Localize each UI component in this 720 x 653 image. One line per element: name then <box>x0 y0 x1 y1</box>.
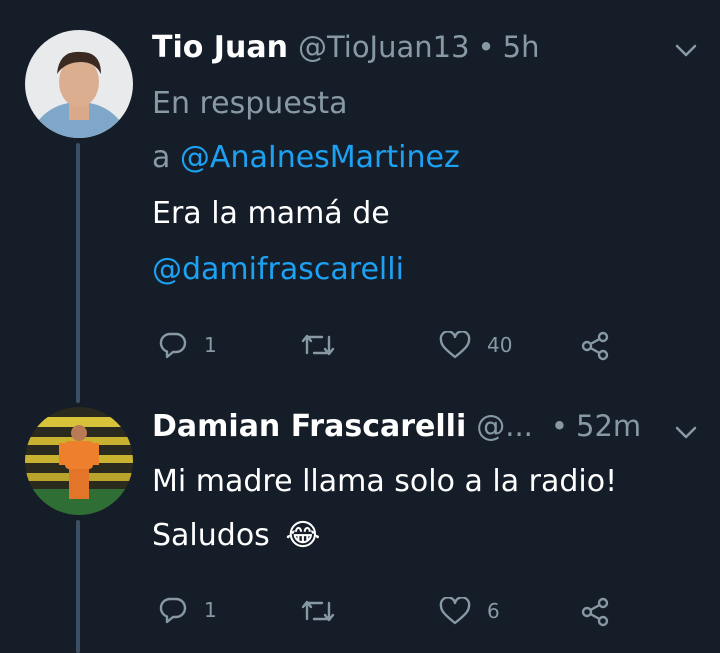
tweet-text-word: Saludos <box>152 518 270 553</box>
reply-icon <box>159 597 187 624</box>
share-button[interactable] <box>580 331 610 361</box>
author-name[interactable]: Tio Juan <box>152 30 288 65</box>
avatar-tio-juan[interactable] <box>25 30 133 138</box>
thread-line <box>76 143 80 403</box>
share-icon <box>581 331 609 361</box>
chevron-down-icon[interactable] <box>675 44 697 58</box>
author-handle[interactable]: @TioJuan13 <box>298 30 470 64</box>
like-count: 6 <box>487 599 500 623</box>
timestamp[interactable]: 5h <box>503 30 540 64</box>
share-button[interactable] <box>580 597 610 627</box>
reply-button[interactable]: 1 <box>158 595 217 625</box>
like-count: 40 <box>487 333 513 357</box>
reply-icon <box>159 332 187 359</box>
retweet-icon <box>301 334 335 356</box>
tweet-text: Mi madre llama solo a la radio! <box>152 464 618 499</box>
tweet-tio-juan[interactable]: Tio Juan @TioJuan13 • 5h En respuesta a … <box>0 0 720 403</box>
separator-dot: • <box>550 409 568 443</box>
reply-to-prefix: a <box>152 140 180 175</box>
chevron-down-icon[interactable] <box>675 426 697 440</box>
laughing-emoji: 😂 <box>285 518 321 553</box>
retweet-button[interactable] <box>300 331 352 359</box>
share-icon <box>581 597 609 627</box>
retweet-icon <box>301 600 335 622</box>
like-icon <box>439 331 471 359</box>
reply-to-mention[interactable]: @AnaInesMartinez <box>180 140 460 175</box>
tweet-mention[interactable]: @damifrascarelli <box>152 252 404 287</box>
reply-context: a @AnaInesMartinez <box>152 140 460 175</box>
author-handle[interactable]: @... <box>476 409 533 443</box>
separator-dot: • <box>477 30 495 64</box>
tweet-header: Tio Juan @TioJuan13 • 5h <box>152 30 540 65</box>
reply-button[interactable]: 1 <box>158 330 217 360</box>
thread-line <box>76 520 80 653</box>
retweet-button[interactable] <box>300 597 352 625</box>
like-button[interactable]: 40 <box>439 331 512 359</box>
avatar-damian-frascarelli[interactable] <box>25 407 133 515</box>
tweet-header: Damian Frascarelli @... • 52m <box>152 409 641 444</box>
like-icon <box>439 597 471 625</box>
tweet-text-line2: Saludos 😂 <box>152 518 320 553</box>
like-button[interactable]: 6 <box>439 597 500 625</box>
author-name[interactable]: Damian Frascarelli <box>152 409 466 444</box>
reply-count: 1 <box>204 598 217 622</box>
reply-context-label: En respuesta <box>152 86 348 121</box>
reply-count: 1 <box>204 333 217 357</box>
tweet-damian-frascarelli[interactable]: Damian Frascarelli @... • 52m Mi madre l… <box>0 380 720 653</box>
tweet-text: Era la mamá de <box>152 196 390 231</box>
timestamp[interactable]: 52m <box>576 409 641 443</box>
